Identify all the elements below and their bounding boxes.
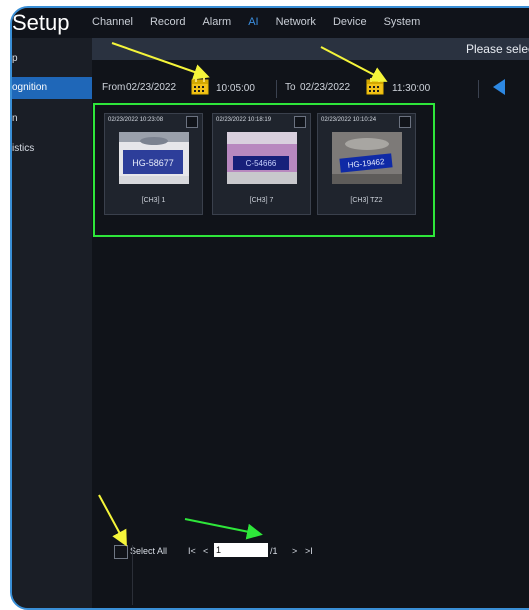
capture-timestamp: 02/23/2022 10:23:08: [108, 117, 164, 123]
results-footer: Select All I< < /1 > >I: [114, 542, 344, 560]
calendar-icon[interactable]: [191, 77, 209, 95]
from-time-field[interactable]: 10:05:00: [212, 80, 277, 98]
tab-alarm[interactable]: Alarm: [202, 16, 231, 28]
result-checkbox[interactable]: [399, 116, 411, 128]
page-number-input[interactable]: [214, 543, 268, 557]
result-card[interactable]: 02/23/2022 10:18:19 C-54666 [CH3] 7: [212, 113, 311, 215]
capture-timestamp: 02/23/2022 10:10:24: [321, 117, 377, 123]
from-date[interactable]: 02/23/2022: [126, 82, 176, 93]
content-header: Please select lic: [92, 38, 529, 60]
result-card[interactable]: 02/23/2022 10:10:24 HG-19462 [CH3] TZ2: [317, 113, 416, 215]
channel-label: [CH3] 1: [141, 197, 166, 204]
result-card[interactable]: 02/23/2022 10:23:08 HG-58677 [CH3] 1: [104, 113, 203, 215]
plate-snapshot-image: C-54666: [227, 132, 297, 184]
first-page-button[interactable]: I<: [188, 546, 196, 556]
tab-system[interactable]: System: [384, 16, 421, 28]
next-page-button[interactable]: >: [292, 546, 297, 556]
select-all-label[interactable]: Select All: [130, 546, 167, 556]
sidebar-item-setup[interactable]: p: [12, 48, 92, 70]
plate-snapshot-image: HG-58677: [119, 132, 189, 184]
tab-device[interactable]: Device: [333, 16, 367, 28]
back-arrow-icon[interactable]: [493, 79, 505, 95]
plate-text: HG-58677: [132, 158, 174, 168]
capture-timestamp: 02/23/2022 10:18:19: [216, 117, 272, 123]
plate-snapshot-image: HG-19462: [332, 132, 402, 184]
channel-label: [CH3] TZ2: [350, 197, 383, 204]
select-all-checkbox[interactable]: [114, 545, 128, 559]
panel-divider: [132, 545, 133, 605]
calendar-icon[interactable]: [366, 77, 384, 95]
tab-channel[interactable]: Channel: [92, 16, 133, 28]
prev-page-button[interactable]: <: [203, 546, 208, 556]
to-date[interactable]: 02/23/2022: [300, 82, 350, 93]
tab-network[interactable]: Network: [276, 16, 316, 28]
to-label: To: [285, 82, 296, 93]
tab-record[interactable]: Record: [150, 16, 185, 28]
from-label: From: [102, 82, 126, 93]
sidebar-item-statistics[interactable]: istics: [12, 138, 92, 160]
time-filter-row: From 02/23/2022 10:05:00 To 02/23/2022 1…: [96, 76, 479, 100]
sidebar: p ognition n istics: [12, 38, 92, 608]
top-menu: Channel Record Alarm AI Network Device S…: [92, 16, 437, 28]
channel-label: [CH3] 7: [249, 197, 274, 204]
tab-ai[interactable]: AI: [248, 16, 258, 28]
search-results-highlight: 02/23/2022 10:23:08 HG-58677 [CH3] 1 02/…: [93, 103, 435, 237]
plate-text: C-54666: [246, 159, 277, 168]
to-time-field[interactable]: 11:30:00: [388, 80, 479, 98]
page-total: /1: [270, 546, 278, 556]
top-navigation-bar: Setup Channel Record Alarm AI Network De…: [12, 8, 529, 38]
instruction-text: Please select lic: [465, 42, 529, 56]
last-page-button[interactable]: >I: [305, 546, 313, 556]
sidebar-item-alarm[interactable]: n: [12, 108, 92, 130]
sidebar-item-recognition[interactable]: ognition: [12, 77, 92, 99]
result-checkbox[interactable]: [294, 116, 306, 128]
dvr-window: Setup Channel Record Alarm AI Network De…: [10, 6, 529, 610]
result-checkbox[interactable]: [186, 116, 198, 128]
setup-title: Setup: [12, 10, 70, 35]
